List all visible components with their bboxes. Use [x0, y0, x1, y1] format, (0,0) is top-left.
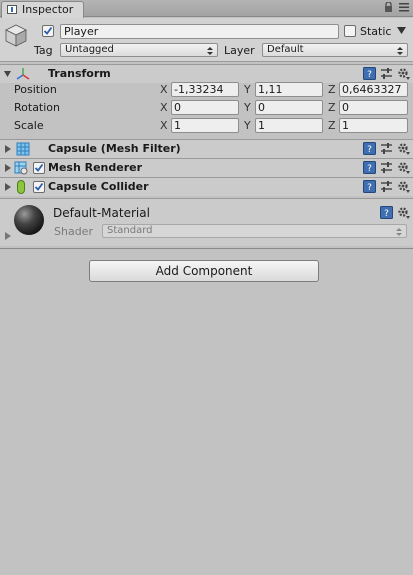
preset-sliders-icon[interactable]: [380, 180, 393, 193]
checkmark-icon: [43, 26, 53, 35]
capsule-collider-enabled-checkbox[interactable]: [33, 181, 45, 193]
preset-sliders-icon[interactable]: [380, 161, 393, 174]
scale-y-field[interactable]: 1: [255, 118, 323, 133]
gear-icon[interactable]: [397, 142, 410, 155]
axis-z-label[interactable]: Z: [328, 101, 336, 114]
axis-x-label[interactable]: X: [160, 83, 168, 96]
foldout-collapsed-icon[interactable]: [4, 183, 11, 191]
position-label: Position: [14, 83, 57, 96]
help-book-icon[interactable]: ?: [363, 180, 376, 193]
help-book-icon[interactable]: ?: [363, 142, 376, 155]
scale-x-field[interactable]: 1: [171, 118, 239, 133]
material-sphere-preview[interactable]: [13, 204, 45, 236]
scale-label: Scale: [14, 119, 44, 132]
material-name: Default-Material: [53, 206, 150, 220]
rotation-y-field[interactable]: 0: [255, 100, 323, 115]
tag-dropdown[interactable]: Untagged: [60, 43, 218, 57]
divider: [0, 248, 413, 249]
updown-arrow-icon: [397, 47, 403, 55]
object-header: Player Static Tag Untagged Layer Default: [0, 18, 413, 62]
mesh-renderer-enabled-checkbox[interactable]: [33, 162, 45, 174]
foldout-collapsed-icon[interactable]: [4, 232, 11, 240]
active-checkbox[interactable]: [42, 25, 54, 37]
transform-row-scale: Scale X 1 Y 1 Z 1: [0, 118, 413, 135]
help-book-icon[interactable]: ?: [380, 206, 393, 219]
mesh-grid-icon: [16, 142, 30, 156]
capsule-collider-title: Capsule Collider: [48, 180, 149, 193]
tab-inspector[interactable]: Inspector: [1, 1, 84, 18]
svg-text:?: ?: [367, 70, 372, 80]
capsule-collider-header[interactable]: Capsule Collider ?: [0, 177, 413, 196]
layer-label: Layer: [224, 44, 255, 57]
shader-label: Shader: [54, 225, 93, 238]
svg-text:?: ?: [367, 164, 372, 174]
axis-x-label[interactable]: X: [160, 101, 168, 114]
preset-sliders-icon[interactable]: [380, 142, 393, 155]
svg-text:?: ?: [367, 183, 372, 193]
transform-row-position: Position X -1,33234 Y 1,11 Z 0,6463327: [0, 82, 413, 99]
shader-dropdown[interactable]: Standard: [102, 224, 407, 238]
foldout-expanded-icon[interactable]: [4, 70, 11, 78]
transform-title: Transform: [48, 67, 111, 80]
transform-header[interactable]: Transform ?: [0, 64, 413, 83]
checkmark-icon: [34, 163, 44, 172]
mesh-filter-header[interactable]: Capsule (Mesh Filter) ?: [0, 139, 413, 158]
help-book-icon[interactable]: ?: [363, 67, 376, 80]
position-y-field[interactable]: 1,11: [255, 82, 323, 97]
capsule-collider-icon: [17, 180, 25, 194]
tab-title: Inspector: [22, 3, 74, 16]
rotation-x-field[interactable]: 0: [171, 100, 239, 115]
checkmark-icon: [34, 182, 44, 191]
menu-icon[interactable]: [399, 2, 409, 12]
material-section: Default-Material Shader Standard ?: [0, 198, 413, 246]
transform-row-rotation: Rotation X 0 Y 0 Z 0: [0, 100, 413, 117]
layer-dropdown[interactable]: Default: [262, 43, 408, 57]
lock-icon[interactable]: [384, 2, 393, 12]
axis-y-label[interactable]: Y: [244, 119, 251, 132]
axis-y-label[interactable]: Y: [244, 83, 251, 96]
svg-text:?: ?: [367, 145, 372, 155]
gear-icon[interactable]: [397, 180, 410, 193]
scale-z-field[interactable]: 1: [339, 118, 408, 133]
axis-z-label[interactable]: Z: [328, 83, 336, 96]
shader-value: Standard: [107, 225, 153, 236]
gear-icon[interactable]: [397, 161, 410, 174]
gear-icon[interactable]: [397, 206, 410, 219]
foldout-collapsed-icon[interactable]: [4, 145, 11, 153]
tag-value: Untagged: [65, 44, 114, 55]
axis-z-label[interactable]: Z: [328, 119, 336, 132]
updown-arrow-icon: [396, 228, 402, 236]
info-icon: [7, 5, 17, 14]
mesh-renderer-title: Mesh Renderer: [48, 161, 143, 174]
mesh-renderer-header[interactable]: Mesh Renderer ?: [0, 158, 413, 177]
position-x-field[interactable]: -1,33234: [171, 82, 239, 97]
tab-bar: Inspector: [0, 0, 413, 18]
axis-y-label[interactable]: Y: [244, 101, 251, 114]
svg-text:?: ?: [384, 209, 389, 219]
position-z-field[interactable]: 0,6463327: [339, 82, 408, 97]
gear-icon[interactable]: [397, 67, 410, 80]
rotation-label: Rotation: [14, 101, 61, 114]
object-name-input[interactable]: Player: [60, 24, 339, 39]
rotation-z-field[interactable]: 0: [339, 100, 408, 115]
add-component-button[interactable]: Add Component: [89, 260, 319, 282]
help-book-icon[interactable]: ?: [363, 161, 376, 174]
static-checkbox[interactable]: [344, 25, 356, 37]
gameobject-cube-icon: [5, 24, 27, 47]
preset-sliders-icon[interactable]: [380, 67, 393, 80]
static-dropdown-arrow-icon[interactable]: [397, 27, 406, 34]
foldout-collapsed-icon[interactable]: [4, 164, 11, 172]
layer-value: Default: [267, 44, 304, 55]
tag-label: Tag: [34, 44, 53, 57]
updown-arrow-icon: [207, 47, 213, 55]
mesh-renderer-icon: [14, 161, 28, 175]
transform-axes-icon: [16, 68, 30, 80]
mesh-filter-title: Capsule (Mesh Filter): [48, 142, 181, 155]
static-label: Static: [360, 25, 392, 38]
axis-x-label[interactable]: X: [160, 119, 168, 132]
